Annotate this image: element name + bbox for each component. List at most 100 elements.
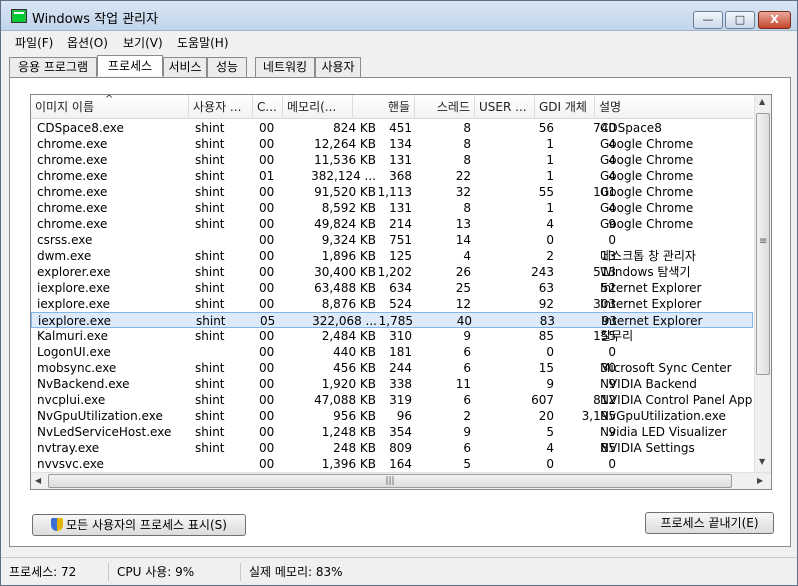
table-row[interactable]: chrome.exe shint 01 382,124 ... 368 22 1 4 Googl… (31, 168, 753, 184)
cell-description: CDSpace8 (600, 121, 662, 135)
cell-image-name: iexplore.exe (37, 281, 111, 295)
cell-description: NVIDIA Backend (600, 377, 697, 391)
cell-user: shint (195, 425, 225, 439)
cell-image-name: iexplore.exe (38, 314, 112, 328)
tab-applications[interactable]: 응용 프로그램 (9, 57, 97, 77)
tab-users[interactable]: 사용자 (315, 57, 361, 77)
cell-user: shint (195, 121, 225, 135)
tab-performance[interactable]: 성능 (207, 57, 247, 77)
cell-cpu: 00 (259, 185, 275, 199)
cell-cpu: 00 (259, 217, 275, 231)
cell-cpu: 00 (259, 281, 275, 295)
menu-options[interactable]: 옵션(O) (67, 34, 108, 51)
table-row[interactable]: iexplore.exe shint 05 322,068 ... 1,785 40 83 9… (31, 312, 753, 328)
cell-image-name: CDSpace8.exe (37, 121, 124, 135)
cell-handles: 1,202 (377, 265, 412, 279)
scroll-right-icon[interactable]: ▶ (757, 476, 763, 485)
cell-threads: 9 (463, 425, 471, 439)
table-row[interactable]: dwm.exe shint 00 1,896 KB 125 4 2 13 데스크톱 창 관리자 (31, 248, 753, 264)
tab-processes[interactable]: 프로세스 (97, 55, 163, 76)
cell-handles: 125 (389, 249, 412, 263)
cell-handles: 809 (389, 441, 412, 455)
scroll-up-icon[interactable]: ▲ (759, 97, 765, 106)
cell-handles: 181 (389, 345, 412, 359)
vertical-scrollbar[interactable]: ▲ ≡ ▼ (754, 95, 771, 473)
col-image-name[interactable]: 이미지 이름 ^ (31, 95, 189, 119)
horizontal-scroll-thumb[interactable]: ||| (48, 474, 732, 488)
cell-description: Google Chrome (600, 217, 694, 231)
menu-bar: 파일(F) 옵션(O) 보기(V) 도움말(H) (1, 31, 797, 51)
tab-services[interactable]: 서비스 (163, 57, 207, 77)
cell-threads: 25 (455, 281, 471, 295)
table-row[interactable]: chrome.exe shint 00 11,536 KB 131 8 1 4 Google C… (31, 152, 753, 168)
cell-cpu: 00 (259, 137, 275, 151)
cell-description (597, 344, 753, 360)
table-row[interactable]: iexplore.exe shint 00 8,876 KB 524 12 92 303 Int… (31, 296, 753, 312)
cell-user: shint (195, 329, 225, 343)
process-list[interactable]: 이미지 이름 ^ 사용자 ... C... 메모리(... 핸들 스레드 USE… (30, 94, 772, 490)
menu-file[interactable]: 파일(F) (15, 34, 53, 51)
cell-description: Internet Explorer (600, 297, 702, 311)
table-row[interactable]: iexplore.exe shint 00 63,488 KB 634 25 63 52 Int… (31, 280, 753, 296)
cell-description: Nvidia LED Visualizer (600, 425, 727, 439)
table-row[interactable]: mobsync.exe shint 00 456 KB 244 6 15 30 Microsof… (31, 360, 753, 376)
vscroll-grip: ≡ (759, 236, 768, 247)
table-row[interactable]: NvGpuUtilization.exe shint 00 956 KB 96 2 20 3,… (31, 408, 753, 424)
cell-user: shint (195, 409, 225, 423)
show-all-users-processes-button[interactable]: 모든 사용자의 프로세스 표시(S) (32, 514, 246, 536)
table-row[interactable]: chrome.exe shint 00 12,264 KB 134 8 1 4 Google C… (31, 136, 753, 152)
cell-description: NVIDIA Control Panel Applic (600, 393, 753, 407)
end-process-button[interactable]: 프로세스 끝내기(E) (645, 512, 774, 534)
minimize-button[interactable]: — (693, 11, 723, 29)
tab-networking[interactable]: 네트워킹 (255, 57, 315, 77)
maximize-button[interactable]: □ (725, 11, 755, 29)
table-row[interactable]: Kalmuri.exe shint 00 2,484 KB 310 9 85 155 칼무리 (31, 328, 753, 344)
vertical-scroll-thumb[interactable]: ≡ (756, 113, 770, 375)
cell-cpu: 05 (260, 314, 276, 328)
table-row[interactable]: NvLedServiceHost.exe shint 00 1,248 KB 354 9 5… (31, 424, 753, 440)
table-row[interactable]: NvBackend.exe shint 00 1,920 KB 338 11 9 9 NVIDI… (31, 376, 753, 392)
cell-image-name: csrss.exe (37, 233, 93, 247)
table-row[interactable]: nvtray.exe shint 00 248 KB 809 6 4 85 NVIDIA Set… (31, 440, 753, 456)
cell-cpu: 00 (259, 361, 275, 375)
col-user-objects[interactable]: USER ... (475, 95, 535, 119)
col-memory[interactable]: 메모리(... (283, 95, 353, 119)
table-row[interactable]: nvvsvc.exe 00 1,396 KB 164 5 0 0 (31, 456, 753, 472)
title-bar[interactable]: Windows 작업 관리자 — □ X (1, 1, 797, 31)
uac-shield-icon (51, 518, 64, 531)
window-title: Windows 작업 관리자 (32, 12, 159, 27)
table-row[interactable]: chrome.exe shint 00 49,824 KB 214 13 4 9 Google … (31, 216, 753, 232)
cell-image-name: Kalmuri.exe (37, 329, 109, 343)
cell-handles: 131 (389, 201, 412, 215)
cell-image-name: chrome.exe (37, 169, 108, 183)
cell-handles: 354 (389, 425, 412, 439)
table-row[interactable]: chrome.exe shint 00 91,520 KB 1,113 32 55 101 Go… (31, 184, 753, 200)
col-cpu[interactable]: C... (253, 95, 283, 119)
cell-description: Microsoft Sync Center (600, 361, 732, 375)
col-threads[interactable]: 스레드 (415, 95, 475, 119)
cell-description: Windows 탐색기 (600, 265, 691, 279)
cell-handles: 310 (389, 329, 412, 343)
menu-help[interactable]: 도움말(H) (177, 34, 229, 51)
cell-description (597, 232, 753, 248)
menu-view[interactable]: 보기(V) (123, 34, 163, 51)
horizontal-scrollbar[interactable]: ◀ ||| ▶ (31, 472, 771, 489)
cell-user: shint (195, 361, 225, 375)
col-description[interactable]: 설명 (595, 95, 753, 119)
table-row[interactable]: CDSpace8.exe shint 00 824 KB 451 8 56 740 CDSpac… (31, 120, 753, 136)
table-row[interactable]: chrome.exe shint 00 8,592 KB 131 8 1 4 Google Ch… (31, 200, 753, 216)
table-row[interactable]: nvcplui.exe shint 00 47,088 KB 319 6 607 812 NVI… (31, 392, 753, 408)
cell-image-name: chrome.exe (37, 185, 108, 199)
table-row[interactable]: LogonUI.exe 00 440 KB 181 6 0 0 (31, 344, 753, 360)
table-row[interactable]: explorer.exe shint 00 30,400 KB 1,202 26 243 51… (31, 264, 753, 280)
scroll-left-icon[interactable]: ◀ (35, 476, 41, 485)
close-button[interactable]: X (758, 11, 791, 29)
scroll-down-icon[interactable]: ▼ (759, 457, 765, 466)
col-user[interactable]: 사용자 ... (189, 95, 253, 119)
col-handles[interactable]: 핸들 (353, 95, 415, 119)
cell-user: shint (195, 393, 225, 407)
table-row[interactable]: csrss.exe 00 9,324 KB 751 14 0 0 (31, 232, 753, 248)
col-gdi-objects[interactable]: GDI 개체 (535, 95, 595, 119)
cell-description: Google Chrome (600, 169, 694, 183)
column-header-row: 이미지 이름 ^ 사용자 ... C... 메모리(... 핸들 스레드 USE… (31, 95, 753, 119)
